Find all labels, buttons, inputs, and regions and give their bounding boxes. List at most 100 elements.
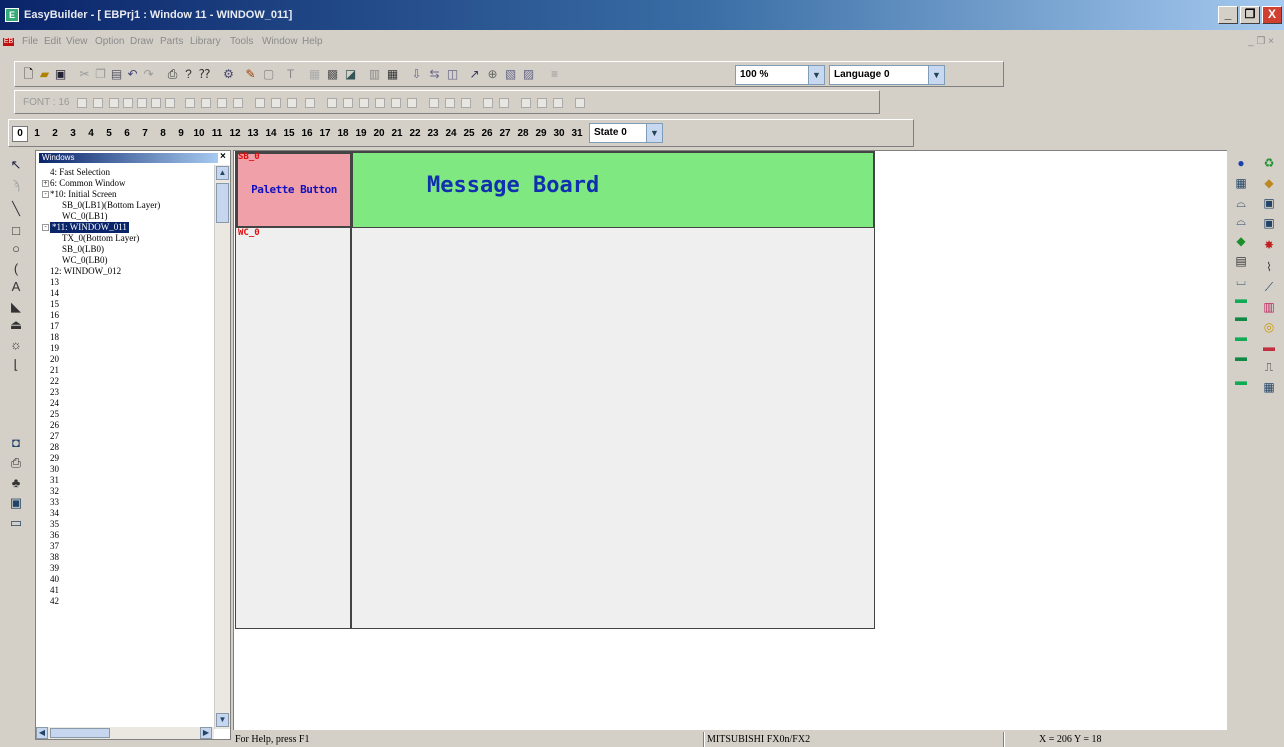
ascii-display-icon[interactable]: ▬ — [1234, 350, 1248, 364]
tree-item[interactable]: 39 — [50, 563, 59, 574]
context-help-icon[interactable]: ⁇ — [197, 67, 212, 82]
redo-icon[interactable]: ↷ — [141, 67, 156, 82]
tree-item[interactable]: 29 — [50, 453, 59, 464]
zoom-select[interactable]: 100 % ▼ — [735, 65, 825, 85]
tree-item[interactable]: WC_0(LB0) — [62, 255, 108, 266]
trend-icon[interactable]: ♻ — [1262, 156, 1276, 170]
tree-item[interactable]: 12: WINDOW_012 — [50, 266, 121, 277]
layer-12[interactable]: 12 — [227, 128, 243, 139]
layer-27[interactable]: 27 — [497, 128, 513, 139]
bitmap-icon[interactable]: ⎙ — [8, 454, 24, 472]
chevron-down-icon[interactable]: ▼ — [808, 66, 824, 84]
tree-item[interactable]: 18 — [50, 332, 59, 343]
lock-icon[interactable]: ⊕ — [485, 67, 500, 82]
xy-plot-icon[interactable]: ⟋ — [1262, 280, 1276, 294]
simulate-icon[interactable]: ▧ — [503, 67, 518, 82]
align-left-icon[interactable] — [109, 98, 119, 108]
layer-24[interactable]: 24 — [443, 128, 459, 139]
transfer-icon[interactable]: ⇆ — [427, 67, 442, 82]
layer-up-icon[interactable] — [185, 98, 195, 108]
layer-22[interactable]: 22 — [407, 128, 423, 139]
layer-down-icon[interactable] — [201, 98, 211, 108]
menu-edit[interactable]: Edit — [44, 36, 61, 47]
collapse-icon[interactable]: - — [42, 224, 49, 231]
align-center-icon[interactable] — [123, 98, 133, 108]
arc-icon[interactable]: ( — [8, 260, 24, 278]
tree-item[interactable]: TX_0(Bottom Layer) — [62, 233, 139, 244]
scroll-down-icon[interactable]: ▼ — [216, 713, 229, 727]
menu-view[interactable]: View — [66, 36, 88, 47]
align-icon[interactable]: ▦ — [307, 67, 322, 82]
text-color-icon[interactable] — [77, 98, 87, 108]
word-lamp-icon[interactable]: ▦ — [1234, 176, 1248, 190]
line-icon[interactable]: ╲ — [8, 200, 24, 218]
layer-5[interactable]: 5 — [101, 128, 117, 139]
group-icon[interactable] — [255, 98, 265, 108]
minimize-button[interactable]: _ — [1218, 6, 1238, 24]
layer-29[interactable]: 29 — [533, 128, 549, 139]
window-container[interactable] — [236, 228, 352, 628]
tree-item[interactable]: SB_0(LB1)(Bottom Layer) — [62, 200, 160, 211]
maximize-button[interactable]: ❐ — [1240, 6, 1260, 24]
menu-window[interactable]: Window — [262, 36, 298, 47]
meter-icon[interactable]: ◎ — [1262, 320, 1276, 334]
set-word-icon[interactable]: ⌓ — [1234, 214, 1248, 228]
scale-icon[interactable]: ⏏ — [8, 316, 24, 334]
scroll-thumb[interactable] — [216, 183, 229, 223]
window-grid-icon[interactable]: ▦ — [385, 67, 400, 82]
menu-tools[interactable]: Tools — [230, 36, 253, 47]
ascii-input-icon[interactable]: ▬ — [1234, 330, 1248, 344]
tree-item[interactable]: 21 — [50, 365, 59, 376]
tree-item[interactable]: 40 — [50, 574, 59, 585]
alarm-display-icon[interactable]: ▣ — [1262, 196, 1276, 210]
print-icon[interactable]: ⎙ — [165, 67, 180, 82]
nudge-left-icon[interactable] — [521, 98, 531, 108]
tree-header[interactable]: Windows — [39, 153, 218, 163]
toggle-switch-icon[interactable]: ◆ — [1234, 234, 1248, 248]
tree-item[interactable]: 37 — [50, 541, 59, 552]
tree-item[interactable]: 41 — [50, 585, 59, 596]
menu-draw[interactable]: Draw — [130, 36, 153, 47]
collapse-icon[interactable]: - — [42, 191, 49, 198]
design-canvas[interactable]: Palette Button SB_0 Message Board WC_0 — [233, 150, 1227, 730]
menu-help[interactable]: Help — [302, 36, 323, 47]
layer-2[interactable]: 2 — [47, 128, 63, 139]
hmi-screen[interactable]: Palette Button SB_0 Message Board WC_0 — [235, 151, 875, 629]
tree-item[interactable]: 35 — [50, 519, 59, 530]
layer-28[interactable]: 28 — [515, 128, 531, 139]
new-file-icon[interactable]: 🗋 — [21, 67, 36, 82]
copy-icon[interactable]: ❐ — [93, 67, 108, 82]
layer-16[interactable]: 16 — [299, 128, 315, 139]
trend-display-icon[interactable]: ⌇ — [1262, 260, 1276, 274]
bar-graph-icon[interactable]: ▥ — [1262, 300, 1276, 314]
tree-item[interactable]: 38 — [50, 552, 59, 563]
state-select[interactable]: State 0 ▼ — [589, 123, 663, 143]
layer-8[interactable]: 8 — [155, 128, 171, 139]
layer-14[interactable]: 14 — [263, 128, 279, 139]
rotate-icon[interactable] — [461, 98, 471, 108]
layer-7[interactable]: 7 — [137, 128, 153, 139]
bold-icon[interactable] — [151, 98, 161, 108]
moving-shape-icon[interactable]: ✸ — [1262, 238, 1276, 252]
address-icon[interactable]: ▭ — [8, 514, 24, 532]
nudge-up-icon[interactable] — [553, 98, 563, 108]
tree-item[interactable]: 14 — [50, 288, 59, 299]
tree-item[interactable]: 28 — [50, 442, 59, 453]
layer-bottom-icon[interactable] — [233, 98, 243, 108]
flip-h-icon[interactable] — [429, 98, 439, 108]
open-folder-icon[interactable]: ▰ — [37, 67, 52, 82]
circle-icon[interactable]: ○ — [8, 240, 24, 258]
pen-icon[interactable]: ✎ — [243, 67, 258, 82]
layer-1[interactable]: 1 — [29, 128, 45, 139]
set-bit-icon[interactable]: ⌓ — [1234, 196, 1248, 210]
tree-item[interactable]: 24 — [50, 398, 59, 409]
fill-icon[interactable] — [575, 98, 585, 108]
layer-10[interactable]: 10 — [191, 128, 207, 139]
break-group-icon[interactable] — [499, 98, 509, 108]
scroll-thumb[interactable] — [50, 728, 110, 738]
cut-icon[interactable]: ✂ — [77, 67, 92, 82]
tree-item[interactable]: 26 — [50, 420, 59, 431]
layer-13[interactable]: 13 — [245, 128, 261, 139]
language-select[interactable]: Language 0 ▼ — [829, 65, 945, 85]
tree-item[interactable]: WC_0(LB1) — [62, 211, 108, 222]
